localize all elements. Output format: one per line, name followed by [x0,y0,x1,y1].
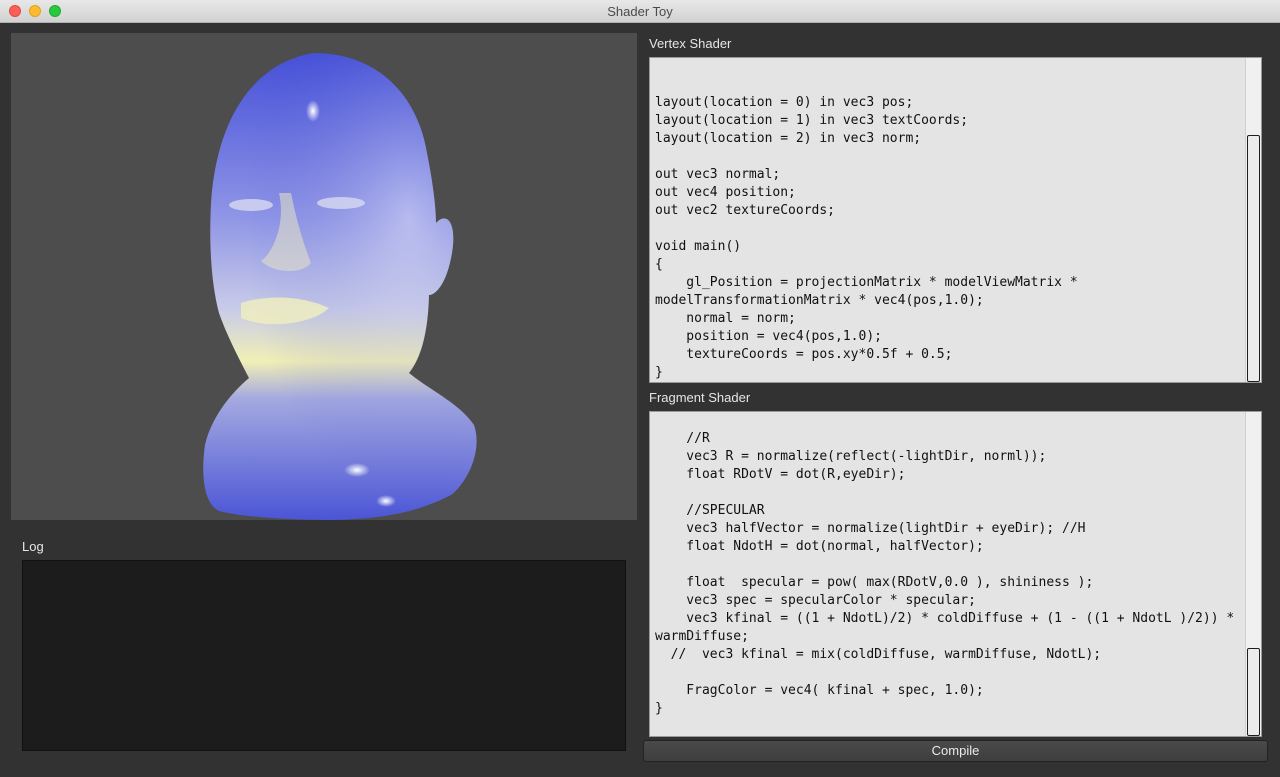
vertex-shader-scroll-thumb[interactable] [1247,135,1260,382]
vertex-shader-editor[interactable]: layout(location = 0) in vec3 pos; layout… [649,57,1262,383]
vertex-shader-code[interactable]: layout(location = 0) in vec3 pos; layout… [655,58,1078,382]
fragment-shader-editor[interactable]: //R vec3 R = normalize(reflect(-lightDir… [649,411,1262,737]
fragment-shader-scroll-thumb[interactable] [1247,648,1260,736]
window-title: Shader Toy [607,4,673,19]
log-label: Log [22,539,44,554]
compile-button[interactable]: Compile [643,740,1268,762]
head-model-render [203,53,477,520]
vertex-shader-label: Vertex Shader [649,36,732,51]
render-viewport[interactable] [11,33,637,520]
title-bar: Shader Toy [0,0,1280,23]
log-output[interactable] [22,560,626,751]
fragment-shader-code[interactable]: //R vec3 R = normalize(reflect(-lightDir… [655,412,1234,718]
vertex-shader-scrollbar[interactable] [1245,58,1261,382]
fragment-shader-scrollbar[interactable] [1245,412,1261,736]
fragment-shader-label: Fragment Shader [649,390,751,405]
app-window: Shader Toy Log Vertex Shader layout(loca… [0,0,1280,777]
